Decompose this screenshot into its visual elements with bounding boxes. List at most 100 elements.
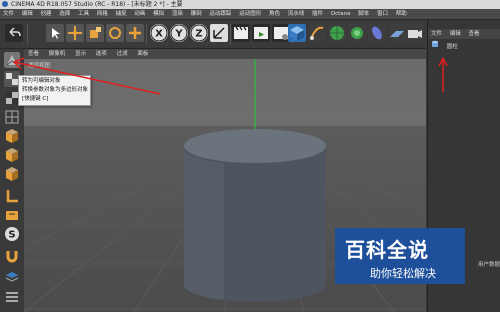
workplane-button[interactable] (4, 109, 20, 125)
menu-help[interactable]: 帮助 (393, 9, 410, 19)
viewport-menu: 查看 摄像机 显示 选项 过滤 面板 (24, 49, 426, 59)
menu-render[interactable]: 渲染 (169, 9, 186, 19)
cube-polygons-icon (6, 167, 18, 181)
floor-icon (390, 31, 404, 37)
menu-character[interactable]: 角色 (266, 9, 283, 19)
menu-octane[interactable]: Octane (328, 9, 354, 19)
toolbar-divider (230, 24, 231, 44)
edges-mode-button[interactable] (4, 147, 20, 163)
menu-file[interactable]: 文件 (0, 9, 17, 19)
stack-button[interactable] (4, 288, 20, 304)
menu-edit[interactable]: 编辑 (19, 9, 36, 19)
rotate-icon (109, 27, 121, 39)
move-tool-button[interactable] (66, 24, 84, 42)
pen-icon (310, 26, 324, 40)
cursor-icon (52, 28, 60, 39)
cylinder-object[interactable] (183, 129, 326, 302)
menu-window[interactable]: 窗口 (374, 9, 391, 19)
snapping-button[interactable]: S (4, 226, 20, 242)
menu-plugins[interactable]: 插件 (309, 9, 326, 19)
camera-button[interactable] (406, 24, 424, 42)
tooltip-shortcut: [快捷键 C] (22, 96, 49, 102)
undo-button[interactable] (5, 24, 23, 42)
tab-view[interactable]: 查看 (466, 29, 483, 39)
tab-file[interactable]: 文件 (428, 29, 445, 39)
rotate-tool-button[interactable] (106, 24, 124, 42)
layers-button[interactable] (4, 269, 20, 285)
menu-pipeline[interactable]: 流水线 (285, 9, 308, 19)
viewport-menu-cameras[interactable]: 摄像机 (45, 49, 70, 59)
points-mode-button[interactable] (4, 128, 20, 144)
menu-simulate[interactable]: 模拟 (150, 9, 167, 19)
menu-mograph[interactable]: 运动图形 (236, 9, 264, 19)
coordinate-system-icon (213, 27, 225, 39)
select-tool-button[interactable] (46, 24, 64, 42)
recent-tool-button[interactable] (126, 24, 144, 42)
tooltip-title: 转为可编辑对象 (22, 78, 61, 84)
x-axis-icon: X (150, 24, 168, 42)
locked-workplane-button[interactable] (4, 248, 20, 264)
x-axis-label: X (155, 29, 163, 40)
window-title: CINEMA 4D R18.057 Studio (RC - R18) - [未… (11, 1, 183, 8)
window-titlebar: CINEMA 4D R18.057 Studio (RC - R18) - [未… (0, 0, 500, 9)
coordinate-system-button[interactable] (210, 24, 228, 42)
render-view-button[interactable] (232, 24, 250, 42)
make-editable-button[interactable] (4, 52, 20, 68)
subdivision-surface-button[interactable] (328, 24, 346, 42)
menu-bar: 文件 编辑 创建 选择 工具 网格 捕捉 动画 模拟 渲染 雕刻 运动跟踪 运动… (0, 9, 500, 20)
cube-points-icon (6, 129, 18, 143)
menu-mesh[interactable]: 网格 (94, 9, 111, 19)
array-button[interactable] (348, 24, 366, 42)
viewport-menu-filter[interactable]: 过滤 (113, 49, 132, 59)
tooltip-description: 转换参数对象为多边形对象 (22, 87, 89, 93)
clapper-play-icon (254, 27, 268, 39)
menu-animate[interactable]: 动画 (131, 9, 148, 19)
subdivision-icon (330, 26, 344, 40)
menu-create[interactable]: 创建 (38, 9, 55, 19)
cube-icon (290, 26, 304, 41)
menu-script[interactable]: 脚本 (355, 9, 372, 19)
menu-motion-tracking[interactable]: 运动跟踪 (206, 9, 234, 19)
watermark-main-text: 百科全说 (345, 238, 429, 262)
scale-tool-button[interactable] (86, 24, 104, 42)
floor-button[interactable] (388, 24, 406, 42)
viewport-menu-view[interactable]: 查看 (24, 49, 43, 59)
polygons-mode-button[interactable] (4, 166, 20, 182)
plus-icon (129, 27, 141, 39)
viewport-menu-display[interactable]: 显示 (71, 49, 90, 59)
menu-select[interactable]: 选择 (56, 9, 73, 19)
pen-spline-button[interactable] (308, 24, 326, 42)
user-data-label: 用户数据 (478, 262, 500, 268)
camera-icon (408, 30, 422, 38)
cube-edges-icon (6, 148, 18, 162)
z-axis-button[interactable]: Z (190, 24, 208, 42)
watermark-sub-text: 助你轻松解决 (370, 267, 436, 280)
move-icon (68, 26, 82, 40)
object-name[interactable]: 圆柱 (444, 42, 461, 50)
main-toolbar: X Y Z (0, 20, 426, 49)
svg-text:S: S (8, 230, 15, 241)
deformer-button[interactable] (368, 24, 386, 42)
make-editable-tooltip: 转为可编辑对象 转换参数对象为多边形对象 [快捷键 C] (18, 75, 91, 106)
viewport-menu-panel[interactable]: 面板 (133, 49, 152, 59)
y-axis-button[interactable]: Y (170, 24, 188, 42)
menu-sculpt[interactable]: 雕刻 (188, 9, 205, 19)
layers-icon (5, 272, 19, 282)
y-axis-label: Y (174, 29, 183, 40)
cube-primitive-button[interactable] (288, 24, 306, 42)
object-manager-tabs: 文件 编辑 查看 (428, 29, 500, 39)
object-manager-row: 圆柱 (428, 40, 500, 50)
menu-snap[interactable]: 捕捉 (113, 9, 130, 19)
tweak-icon (6, 211, 18, 220)
grid-icon (5, 110, 19, 124)
z-axis-label: Z (195, 29, 202, 40)
tab-edit[interactable]: 编辑 (447, 29, 464, 39)
menu-tools[interactable]: 工具 (75, 9, 92, 19)
axis-l-icon (6, 190, 18, 203)
render-picture-viewer-button[interactable] (252, 24, 270, 42)
tweak-mode-button[interactable] (4, 207, 20, 223)
x-axis-button[interactable]: X (150, 24, 168, 42)
viewport-menu-options[interactable]: 选项 (92, 49, 111, 59)
clapper-icon (234, 26, 248, 39)
axis-mode-button[interactable] (4, 188, 20, 204)
